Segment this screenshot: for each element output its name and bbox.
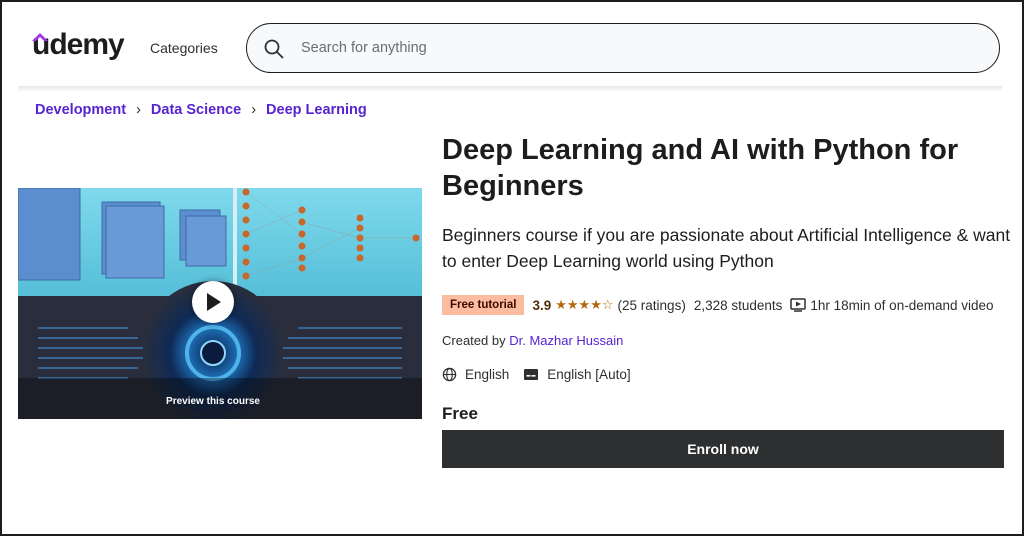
created-by-label: Created by [442, 333, 506, 348]
udemy-logo[interactable]: udemy [32, 28, 125, 62]
course-preview-video[interactable]: Preview this course [18, 188, 422, 419]
search-input[interactable] [301, 36, 981, 60]
header: udemy Categories [18, 10, 1018, 86]
breadcrumb-data-science[interactable]: Data Science [151, 102, 241, 118]
students-count: 2,328 students [693, 297, 783, 313]
categories-menu[interactable]: Categories [150, 40, 218, 56]
ratings-count[interactable]: (25 ratings) [618, 298, 686, 313]
captions-icon [524, 369, 539, 380]
course-subtitle: Beginners course if you are passionate a… [442, 225, 1011, 271]
search-icon[interactable] [263, 38, 285, 60]
play-icon [207, 293, 221, 311]
chevron-right-icon: › [251, 102, 257, 118]
created-by: Created by Dr. Mazhar Hussain [442, 333, 623, 348]
play-button[interactable] [192, 281, 234, 323]
breadcrumb-development[interactable]: Development [35, 102, 126, 118]
search-bar[interactable] [246, 23, 1000, 73]
video-icon [790, 298, 807, 312]
chevron-right-icon: › [136, 102, 141, 118]
free-tutorial-badge: Free tutorial [442, 295, 525, 315]
logo-hat-icon [32, 33, 48, 41]
course-price: Free [442, 404, 478, 423]
video-duration: 1hr 18min of on-demand video [810, 297, 994, 313]
course-title: Deep Learning and AI with Python for Beg… [442, 134, 959, 202]
instructor-link[interactable]: Dr. Mazhar Hussain [509, 333, 623, 348]
globe-icon [442, 367, 457, 382]
rating-value: 3.9 [532, 297, 552, 313]
breadcrumb: Development › Data Science › Deep Learni… [35, 102, 367, 118]
breadcrumb-deep-learning[interactable]: Deep Learning [266, 102, 367, 118]
star-rating-icon: ★★★★☆ [555, 297, 614, 312]
language-info: English English [Auto] [442, 367, 645, 382]
language-label: English [465, 367, 510, 382]
course-meta: Free tutorial 3.9 ★★★★☆ (25 ratings) 2,3… [442, 294, 1004, 316]
preview-label: Preview this course [166, 396, 260, 407]
captions-label: English [Auto] [547, 367, 631, 382]
enroll-button[interactable]: Enroll now [442, 430, 1004, 468]
header-divider [18, 86, 1002, 92]
page-frame: udemy Categories Development › Data Scie… [0, 0, 1024, 536]
